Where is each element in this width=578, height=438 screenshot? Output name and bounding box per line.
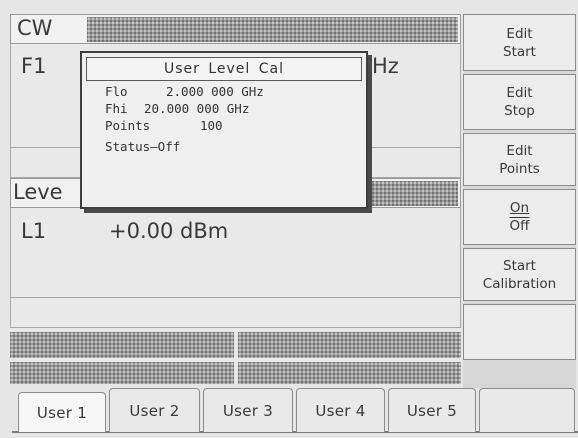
softkey-label: Points bbox=[499, 160, 540, 177]
flo-value: 2.000 000 GHz bbox=[166, 84, 264, 99]
flo-label: Flo bbox=[105, 84, 128, 99]
level-header-hatch bbox=[365, 181, 458, 206]
start-calibration-softkey[interactable]: Start Calibration bbox=[463, 248, 576, 301]
tab-blank[interactable] bbox=[479, 388, 575, 432]
freq-unit: Hz bbox=[372, 54, 399, 78]
edit-start-softkey[interactable]: Edit Start bbox=[463, 14, 576, 71]
softkey-label: Edit bbox=[506, 142, 533, 159]
tab-label: User 2 bbox=[129, 401, 180, 420]
status-cell-2 bbox=[238, 332, 461, 358]
edit-stop-softkey[interactable]: Edit Stop bbox=[463, 74, 576, 130]
level-header-label: Leve bbox=[13, 180, 63, 204]
status-cell-1 bbox=[10, 332, 234, 358]
status-text: Status–Off bbox=[105, 139, 181, 154]
on-off-softkey[interactable]: On Off bbox=[463, 189, 576, 245]
softkey-label: Stop bbox=[504, 103, 535, 119]
freq-label: F1 bbox=[21, 54, 47, 78]
fhi-label: Fhi bbox=[105, 101, 128, 116]
softkey-label: Edit bbox=[506, 25, 533, 42]
tab-label: User 3 bbox=[222, 401, 274, 420]
user-level-cal-dialog: User Level Cal Flo 2.000 000 GHz Fhi 20.… bbox=[80, 51, 368, 209]
cw-header-hatch bbox=[87, 17, 458, 42]
tab-user-1[interactable]: User 1 bbox=[18, 392, 106, 432]
level-channel: L1 bbox=[21, 219, 47, 243]
tab-user-3[interactable]: User 3 bbox=[203, 388, 293, 432]
softkey-label: Calibration bbox=[482, 275, 557, 292]
softkey-label: Start bbox=[503, 257, 536, 274]
softkey-label-off: Off bbox=[509, 218, 530, 234]
tab-user-4[interactable]: User 4 bbox=[296, 388, 385, 432]
tab-label: User 4 bbox=[315, 401, 366, 420]
level-status-row bbox=[10, 298, 461, 328]
mode-label: CW bbox=[17, 16, 53, 40]
softkey-label-on: On bbox=[509, 200, 530, 216]
tab-user-5[interactable]: User 5 bbox=[388, 388, 476, 432]
tab-label: User 1 bbox=[36, 403, 88, 422]
level-block[interactable] bbox=[10, 208, 461, 298]
softkey-label: Start bbox=[503, 43, 536, 60]
tab-user-2[interactable]: User 2 bbox=[109, 388, 200, 432]
points-value: 100 bbox=[200, 118, 223, 133]
level-value: +0.00 dBm bbox=[109, 219, 229, 243]
blank-softkey[interactable] bbox=[463, 304, 576, 360]
status-cell-3 bbox=[10, 362, 234, 384]
fhi-value: 20.000 000 GHz bbox=[144, 101, 250, 116]
dialog-title: User Level Cal bbox=[86, 57, 362, 81]
points-label: Points bbox=[105, 118, 151, 133]
tab-label: User 5 bbox=[406, 401, 458, 420]
edit-points-softkey[interactable]: Edit Points bbox=[463, 133, 576, 186]
status-cell-4 bbox=[238, 362, 461, 384]
softkey-label: Edit bbox=[506, 85, 533, 101]
